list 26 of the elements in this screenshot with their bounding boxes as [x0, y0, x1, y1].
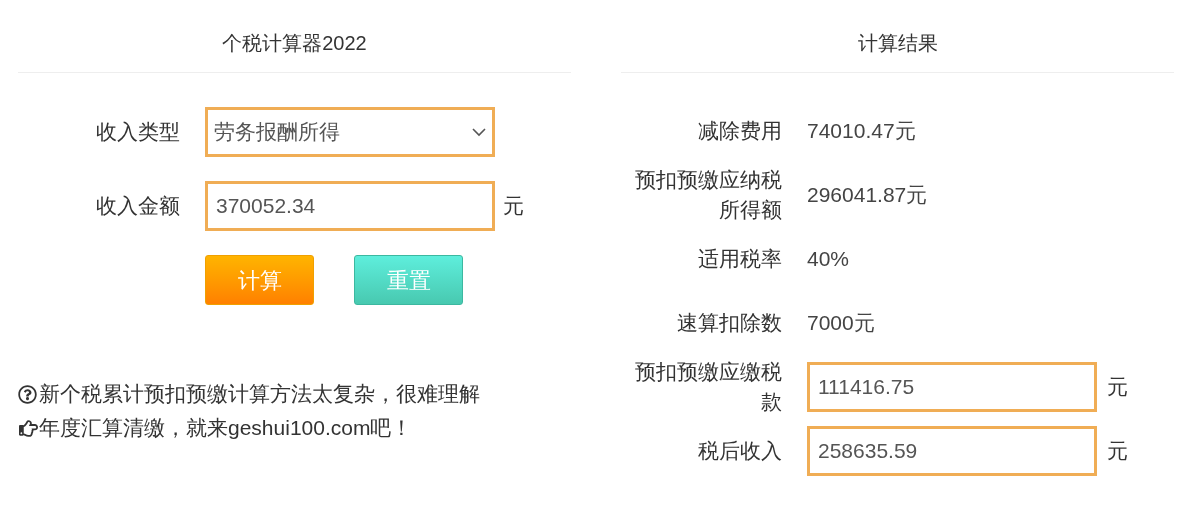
pointing-hand-icon: [18, 418, 39, 438]
field-label: 收入金额: [95, 193, 180, 220]
result-field[interactable]: 111416.75: [807, 362, 1097, 412]
result-label: 减除费用: [697, 118, 782, 144]
result-field[interactable]: 258635.59: [807, 426, 1097, 476]
result-value: 74010.47元: [807, 118, 916, 145]
result-label: 预扣预缴应缴税款: [634, 359, 782, 415]
input-field[interactable]: 370052.34: [205, 181, 495, 231]
result-label: 预扣预缴应纳税所得额: [634, 167, 782, 223]
result-label: 税后收入: [697, 438, 782, 464]
result-value: 296041.87元: [807, 182, 928, 209]
unit-label: 元: [1107, 438, 1128, 465]
result-label: 速算扣除数: [676, 310, 782, 336]
result-value: 7000元: [807, 310, 875, 337]
result-label: 适用税率: [697, 246, 782, 272]
income-type-select[interactable]: 劳务报酬所得: [205, 107, 495, 157]
panel-title: 计算结果: [857, 32, 938, 54]
panel-title: 个税计算器2022: [222, 32, 367, 54]
field-label: 收入类型: [95, 119, 180, 146]
help-icon: [18, 384, 37, 404]
unit-label: 元: [503, 193, 524, 220]
unit-label: 元: [1107, 374, 1128, 401]
note-text: 年度汇算清缴，就来geshui100.com吧！: [39, 415, 413, 442]
result-value: 40%: [807, 246, 850, 273]
note-text: 新个税累计预扣预缴计算方法太复杂，很难理解: [39, 381, 480, 408]
chevron-down-icon: [472, 127, 486, 137]
